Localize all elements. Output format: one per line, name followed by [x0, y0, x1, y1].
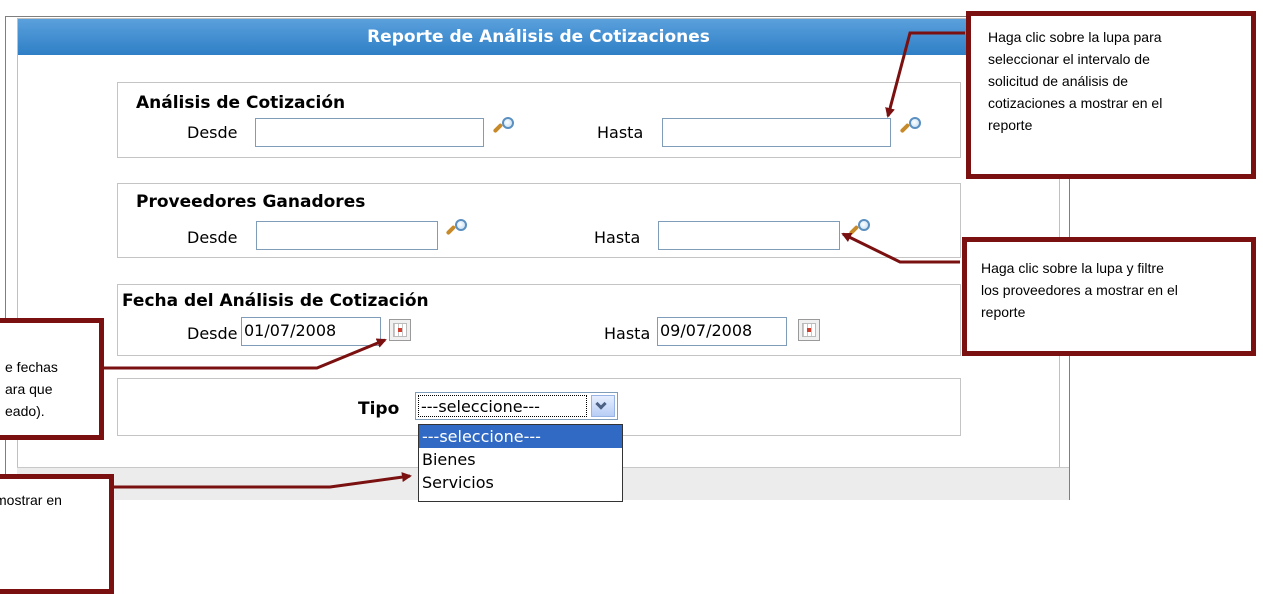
- arrow-fechas: [104, 338, 387, 370]
- arrow-tipo: [114, 472, 412, 489]
- arrow-lupa-intervalo: [885, 31, 965, 118]
- annotation-arrows: [104, 31, 965, 489]
- arrow-lupa-proveedores: [841, 232, 960, 264]
